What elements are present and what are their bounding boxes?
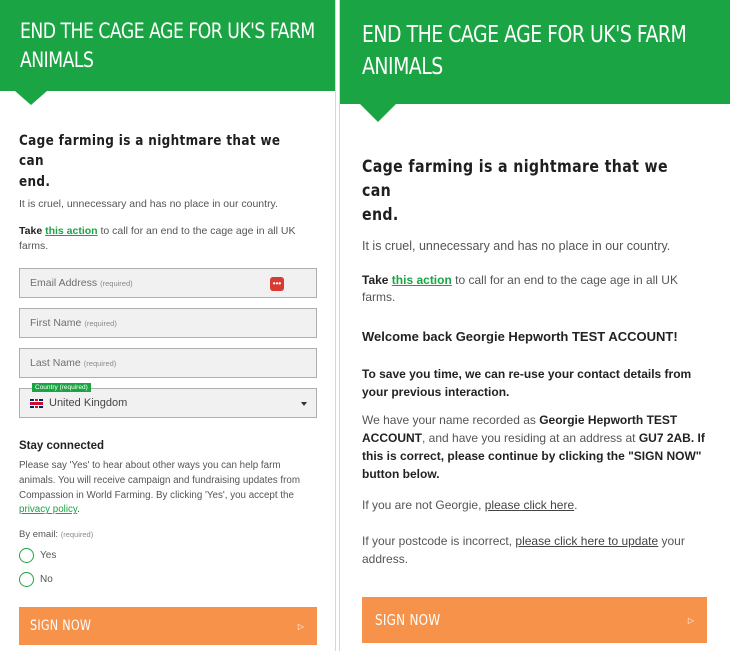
sign-now-button[interactable]: SIGN NOW ▷ bbox=[19, 607, 317, 645]
by-email-required: (required) bbox=[60, 530, 94, 540]
heading-line-1: END THE CAGE AGE FOR UK'S FARM bbox=[20, 19, 315, 43]
email-field[interactable]: Email Address (required) ••• bbox=[19, 268, 317, 299]
heading-line-1-right: END THE CAGE AGE FOR UK'S FARM bbox=[362, 22, 687, 48]
stay-connected-text: Please say 'Yes' to hear about other way… bbox=[19, 459, 319, 518]
this-action-link-right[interactable]: this action bbox=[392, 273, 452, 287]
save-time-message: To save you time, we can re-use your con… bbox=[362, 367, 692, 400]
welcome-back-message: Welcome back Georgie Hepworth TEST ACCOU… bbox=[362, 328, 678, 344]
title-line-1-right: Cage farming is a nightmare that we can bbox=[362, 157, 668, 200]
country-select[interactable]: Country (required) United Kingdom bbox=[19, 383, 317, 419]
take-action-text: Take this action to call for an end to t… bbox=[19, 224, 316, 254]
radio-yes-circle[interactable] bbox=[19, 547, 34, 563]
play-arrow-icon: ▷ bbox=[297, 621, 304, 631]
campaign-subtitle: It is cruel, unnecessary and has no plac… bbox=[19, 197, 278, 210]
not-georgie-end: . bbox=[574, 498, 578, 513]
heading-line-2-right: ANIMALS bbox=[362, 54, 443, 81]
not-georgie-link[interactable]: please click here bbox=[485, 498, 574, 512]
recorded-details-text: We have your name recorded as Georgie He… bbox=[362, 411, 708, 483]
postcode-prefix: If your postcode is incorrect, bbox=[362, 534, 516, 549]
chevron-down-icon bbox=[301, 402, 307, 407]
by-email-label: By email: (required) bbox=[19, 529, 316, 540]
email-required: (required) bbox=[100, 278, 133, 288]
update-address-link[interactable]: please click here to update bbox=[515, 534, 658, 548]
campaign-header: END THE CAGE AGE FOR UK'S FARM ANIMALS bbox=[0, 0, 335, 105]
campaign-title-right: Cage farming is a nightmare that we can … bbox=[362, 155, 697, 227]
header-notch-right bbox=[360, 104, 396, 122]
campaign-subtitle-right: It is cruel, unnecessary and has no plac… bbox=[362, 238, 671, 253]
header-notch bbox=[15, 91, 47, 105]
title-line-2: end. bbox=[19, 173, 51, 190]
radio-yes-label: Yes bbox=[40, 549, 57, 561]
first-name-field[interactable]: First Name (required) bbox=[19, 308, 317, 339]
sign-now-button-right[interactable]: SIGN NOW ▷ bbox=[362, 597, 707, 643]
stay-text-end: . bbox=[77, 504, 80, 516]
email-label: Email Address bbox=[30, 277, 98, 290]
play-arrow-icon-right: ▷ bbox=[687, 615, 694, 625]
first-name-label: First Name bbox=[30, 317, 82, 330]
first-name-required: (required) bbox=[84, 318, 117, 328]
recorded-part-2: , and have you residing at an address at bbox=[422, 431, 639, 446]
recorded-part-1: We have your name recorded as bbox=[362, 413, 540, 428]
radio-no[interactable]: No bbox=[19, 570, 316, 588]
postcode-text: If your postcode is incorrect, please cl… bbox=[362, 532, 708, 568]
stay-text-body: Please say 'Yes' to hear about other way… bbox=[19, 460, 301, 501]
country-label: Country (required) bbox=[32, 383, 91, 393]
password-manager-icon[interactable]: ••• bbox=[270, 277, 284, 292]
take-label-right: Take bbox=[362, 272, 392, 287]
title-line-1: Cage farming is a nightmare that we can bbox=[19, 133, 281, 170]
sign-now-label: SIGN NOW bbox=[30, 618, 92, 634]
campaign-header-right: END THE CAGE AGE FOR UK'S FARM ANIMALS bbox=[340, 0, 730, 122]
not-georgie-prefix: If you are not Georgie, bbox=[362, 498, 485, 513]
signup-form-panel: END THE CAGE AGE FOR UK'S FARM ANIMALS C… bbox=[0, 0, 336, 651]
sign-now-label-right: SIGN NOW bbox=[375, 611, 441, 629]
last-name-label: Last Name bbox=[30, 357, 81, 370]
returning-user-panel: END THE CAGE AGE FOR UK'S FARM ANIMALS C… bbox=[339, 0, 730, 651]
last-name-required: (required) bbox=[83, 358, 117, 368]
by-email-text: By email: bbox=[19, 529, 59, 541]
not-georgie-text: If you are not Georgie, please click her… bbox=[362, 498, 708, 512]
this-action-link[interactable]: this action bbox=[45, 225, 98, 237]
campaign-heading: END THE CAGE AGE FOR UK'S FARM ANIMALS bbox=[20, 17, 315, 76]
privacy-policy-link[interactable]: privacy policy bbox=[19, 504, 77, 515]
campaign-title: Cage farming is a nightmare that we can … bbox=[19, 131, 303, 192]
radio-yes[interactable]: Yes bbox=[19, 546, 316, 564]
title-line-2-right: end. bbox=[362, 204, 399, 224]
campaign-heading-right: END THE CAGE AGE FOR UK'S FARM ANIMALS bbox=[362, 19, 687, 83]
radio-no-circle[interactable] bbox=[19, 571, 34, 587]
take-label: Take bbox=[19, 224, 46, 237]
take-action-text-right: Take this action to call for an end to t… bbox=[362, 272, 708, 307]
heading-line-2: ANIMALS bbox=[20, 48, 94, 73]
uk-flag-icon bbox=[30, 398, 43, 408]
radio-no-label: No bbox=[40, 573, 53, 585]
country-value: United Kingdom bbox=[49, 397, 128, 410]
last-name-field[interactable]: Last Name (required) bbox=[19, 348, 317, 379]
stay-connected-heading: Stay connected bbox=[19, 440, 104, 453]
